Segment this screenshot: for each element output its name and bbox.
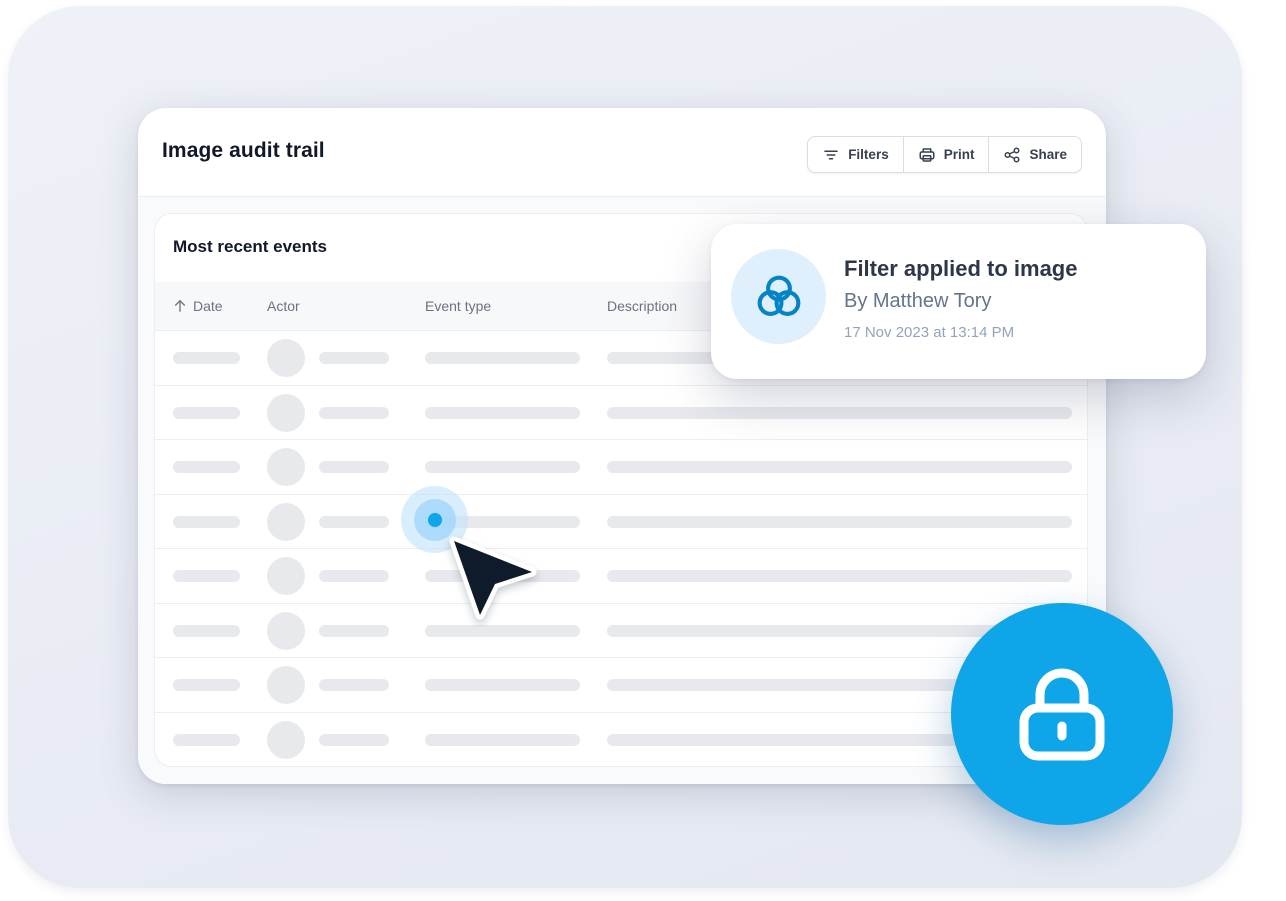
date-placeholder: [173, 352, 240, 364]
print-button[interactable]: Print: [904, 137, 990, 172]
date-placeholder: [173, 624, 240, 637]
avatar-placeholder: [267, 393, 305, 432]
table-row[interactable]: [155, 549, 1087, 604]
date-placeholder: [173, 406, 240, 419]
avatar-placeholder: [267, 448, 305, 486]
avatar-placeholder: [267, 611, 305, 650]
date-placeholder: [173, 679, 240, 691]
lock-icon: [1019, 668, 1105, 761]
share-button[interactable]: Share: [989, 137, 1081, 172]
event-popover: Filter applied to image By Matthew Tory …: [711, 224, 1206, 379]
overlapping-circles-filter-icon: [757, 275, 800, 316]
popover-title: Filter applied to image: [844, 256, 1078, 281]
event-type-placeholder: [425, 733, 580, 746]
print-label: Print: [943, 147, 975, 162]
column-label: Date: [193, 298, 223, 314]
column-label: Actor: [267, 298, 300, 314]
column-label: Description: [607, 298, 678, 314]
events-card-title: Most recent events: [173, 237, 327, 256]
printer-icon: [919, 147, 935, 162]
avatar-placeholder: [267, 557, 305, 595]
column-header-date[interactable]: Date: [173, 298, 223, 314]
column-header-event-type[interactable]: Event type: [425, 298, 491, 314]
description-placeholder: [607, 461, 1072, 473]
avatar-placeholder: [267, 666, 305, 704]
share-label: Share: [1029, 147, 1067, 162]
table-row[interactable]: [155, 604, 1087, 658]
description-placeholder: [607, 406, 1072, 419]
filters-button[interactable]: Filters: [808, 137, 904, 172]
toolbar: Filters Print Share: [807, 136, 1082, 173]
actor-placeholder: [319, 679, 389, 691]
actor-placeholder: [319, 461, 389, 473]
avatar-placeholder: [267, 502, 305, 541]
column-label: Event type: [425, 298, 492, 314]
column-header-description[interactable]: Description: [607, 298, 677, 314]
avatar-placeholder: [267, 339, 305, 377]
lock-badge: [951, 603, 1173, 825]
actor-placeholder: [319, 624, 389, 637]
date-placeholder: [173, 570, 240, 582]
column-header-actor[interactable]: Actor: [267, 298, 300, 314]
mouse-pointer-icon: [449, 536, 537, 620]
filters-label: Filters: [848, 147, 889, 162]
actor-placeholder: [319, 733, 389, 746]
description-placeholder: [607, 570, 1072, 582]
date-placeholder: [173, 461, 240, 473]
popover-icon-container: [731, 249, 826, 344]
popover-actor: By Matthew Tory: [844, 290, 992, 312]
panel-header: Image audit trail Filters Print Share: [138, 108, 1106, 197]
arrow-up-icon: [174, 300, 186, 312]
click-dot: [427, 512, 442, 527]
filter-lines-icon: [824, 150, 838, 159]
event-type-placeholder: [425, 406, 580, 419]
table-row[interactable]: [155, 713, 1087, 767]
table-row[interactable]: [155, 658, 1087, 713]
date-placeholder: [173, 733, 240, 746]
actor-placeholder: [319, 515, 389, 528]
table-row[interactable]: [155, 440, 1087, 495]
popover-timestamp: 17 Nov 2023 at 13:14 PM: [844, 324, 1015, 341]
event-type-placeholder: [425, 461, 580, 473]
description-placeholder: [607, 515, 1072, 528]
date-placeholder: [173, 515, 240, 528]
actor-placeholder: [319, 352, 389, 364]
actor-placeholder: [319, 570, 389, 582]
avatar-placeholder: [267, 720, 305, 759]
event-type-placeholder: [425, 679, 580, 691]
table-row[interactable]: [155, 495, 1087, 549]
share-icon: [1004, 147, 1020, 162]
page-title: Image audit trail: [162, 139, 325, 162]
actor-placeholder: [319, 406, 389, 419]
event-type-placeholder: [425, 352, 580, 364]
table-row[interactable]: [155, 386, 1087, 440]
